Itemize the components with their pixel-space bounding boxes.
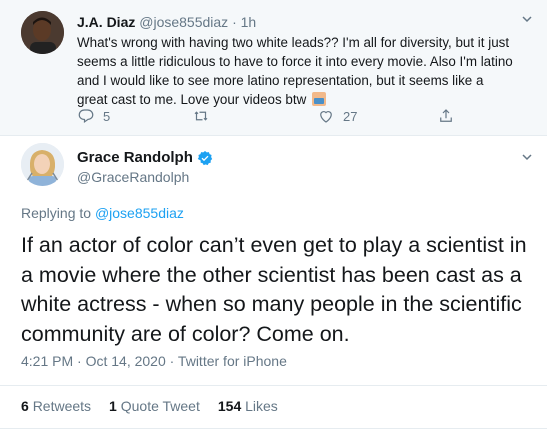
heart-icon: [320, 111, 332, 123]
tweet-stats: 6 Retweets 1 Quote Tweet 154 Likes: [21, 398, 296, 414]
reply-icon: [78, 109, 94, 124]
tweet-text: If an actor of color can’t even get to p…: [21, 233, 527, 346]
verified-badge-icon: [197, 150, 213, 165]
share-icon: [440, 109, 452, 122]
retweets-count: 6: [21, 398, 29, 414]
display-name[interactable]: J.A. Diaz: [77, 14, 135, 30]
parent-tweet-header: J.A. Diaz @jose855diaz · 1h: [77, 14, 256, 30]
retweets-stat[interactable]: 6 Retweets: [21, 398, 91, 414]
handle[interactable]: @jose855diaz: [139, 14, 228, 30]
chevron-down-icon[interactable]: [520, 12, 534, 29]
retweets-label: Retweets: [32, 398, 92, 414]
divider: [0, 135, 547, 136]
retweet-button[interactable]: [192, 107, 218, 125]
likes-label: Likes: [245, 398, 278, 414]
replying-to-label: Replying to: [21, 205, 92, 221]
divider: [0, 428, 547, 429]
avatar[interactable]: [21, 11, 64, 54]
chevron-down-icon[interactable]: [520, 150, 534, 167]
tweet-text: What's wrong with having two white leads…: [77, 35, 513, 107]
parent-tweet[interactable]: J.A. Diaz @jose855diaz · 1h What's wrong…: [0, 0, 547, 135]
quotes-stat[interactable]: 1 Quote Tweet: [109, 398, 200, 414]
divider: [0, 385, 547, 386]
separator: ·: [232, 14, 237, 30]
share-button[interactable]: [437, 107, 455, 125]
likes-count: 154: [217, 398, 242, 414]
tweet-actions: 5 27: [77, 107, 477, 129]
replying-to-link[interactable]: @jose855diaz: [95, 205, 184, 221]
tweet-timestamp[interactable]: 4:21 PM · Oct 14, 2020 · Twitter for iPh…: [21, 353, 287, 369]
parent-tweet-text: What's wrong with having two white leads…: [77, 33, 517, 109]
retweet-icon: [194, 111, 208, 121]
reply-button[interactable]: 5: [77, 107, 110, 125]
replying-to: Replying to @jose855diaz: [21, 205, 184, 221]
quotes-count: 1: [109, 398, 117, 414]
quotes-label: Quote Tweet: [120, 398, 200, 414]
author-name[interactable]: Grace Randolph: [77, 149, 213, 166]
like-button[interactable]: 27: [317, 107, 357, 125]
like-count: 27: [343, 108, 358, 124]
display-name[interactable]: Grace Randolph: [77, 149, 193, 166]
handle[interactable]: @GraceRandolph: [77, 169, 189, 185]
person-emoji-icon: [311, 92, 326, 106]
reply-count: 5: [103, 108, 111, 124]
likes-stat[interactable]: 154 Likes: [218, 398, 278, 414]
tweet-time[interactable]: 1h: [241, 14, 257, 30]
avatar[interactable]: [21, 143, 64, 186]
